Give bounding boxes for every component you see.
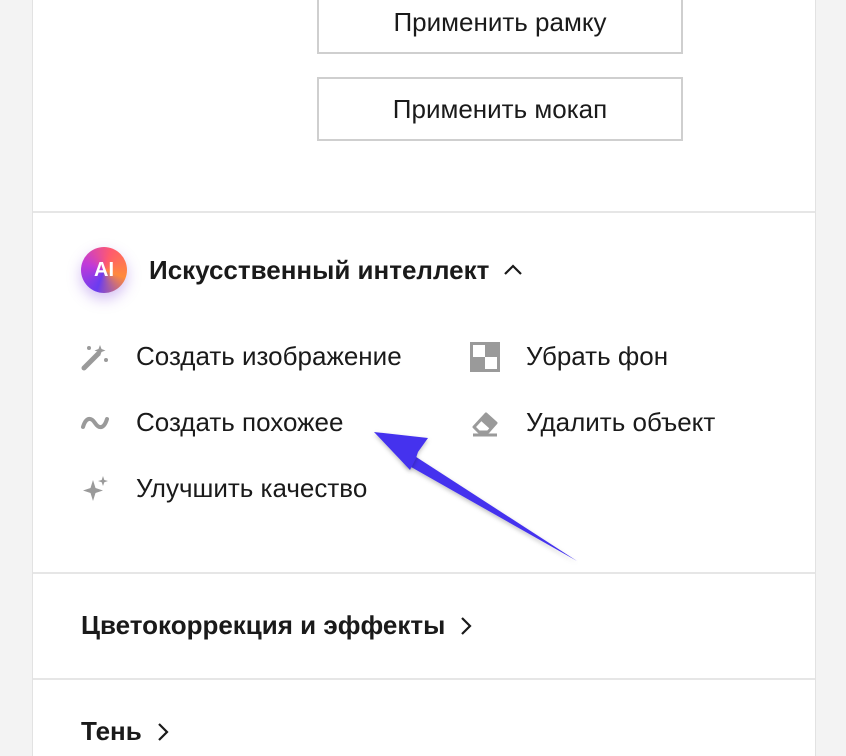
tool-label: Убрать фон xyxy=(526,341,669,371)
sparkle-icon xyxy=(80,474,110,504)
chevron-right-icon xyxy=(156,721,170,743)
shadow-section-header[interactable]: Тень xyxy=(81,716,170,747)
magic-wand-icon xyxy=(80,342,110,372)
wave-icon xyxy=(80,408,110,438)
ai-badge-icon: AI xyxy=(81,247,127,293)
color-correction-section-header[interactable]: Цветокоррекция и эффекты xyxy=(81,610,473,641)
color-correction-title: Цветокоррекция и эффекты xyxy=(81,610,446,640)
remove-background-button[interactable]: Убрать фон xyxy=(470,341,668,372)
improve-quality-button[interactable]: Улучшить качество xyxy=(80,473,367,504)
chevron-right-icon xyxy=(459,615,473,637)
tool-label: Удалить объект xyxy=(526,407,716,437)
divider xyxy=(33,572,815,574)
create-image-button[interactable]: Создать изображение xyxy=(80,341,402,372)
create-similar-button[interactable]: Создать похожее xyxy=(80,407,343,438)
tool-label: Создать похожее xyxy=(136,407,344,437)
remove-object-button[interactable]: Удалить объект xyxy=(470,407,715,438)
tool-label: Улучшить качество xyxy=(136,473,368,503)
ai-section-title: Искусственный интеллект xyxy=(149,254,490,285)
ai-section-header[interactable]: AI Искусственный интеллект xyxy=(81,247,523,293)
tools-panel: Применить рамку Применить мокап AI Искус… xyxy=(32,0,816,756)
divider xyxy=(33,678,815,680)
apply-frame-button[interactable]: Применить рамку xyxy=(317,0,683,54)
chevron-up-icon xyxy=(503,263,523,277)
checker-icon xyxy=(470,341,500,372)
apply-mockup-button[interactable]: Применить мокап xyxy=(317,77,683,141)
divider xyxy=(33,211,815,213)
tool-label: Создать изображение xyxy=(136,341,402,371)
shadow-title: Тень xyxy=(81,716,142,746)
eraser-icon xyxy=(470,408,500,438)
